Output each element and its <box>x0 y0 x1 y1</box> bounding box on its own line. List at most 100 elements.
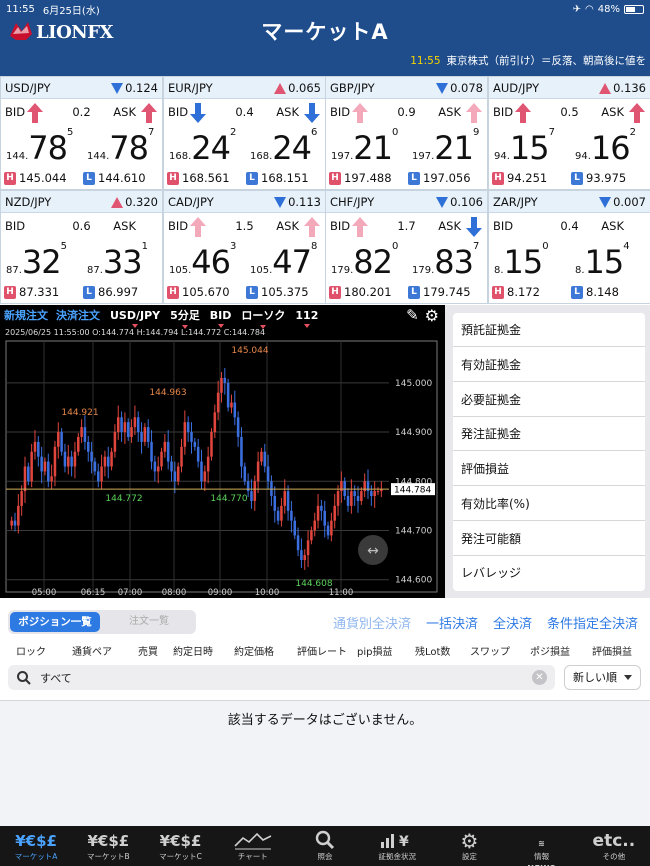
high-value: 145.044 <box>19 171 67 185</box>
chart-icon <box>234 832 272 850</box>
x-tick-label: 06:15 <box>81 588 106 598</box>
candle-body <box>226 382 230 408</box>
bid-price-button[interactable]: 179.820 <box>331 241 398 281</box>
search-input[interactable]: すべて ✕ <box>8 665 555 690</box>
high-icon: H <box>167 285 179 299</box>
column-header[interactable]: 残Lot数 <box>415 643 450 658</box>
column-header[interactable]: pip損益 <box>357 643 392 658</box>
status-bar: 11:55 6月25日(水) ✈ ◠ 48% <box>6 2 644 17</box>
pencil-icon[interactable]: ✎ <box>406 306 419 324</box>
bid-price-button[interactable]: 144.785 <box>6 127 73 167</box>
candle-body <box>37 441 40 457</box>
tab-8[interactable]: ≋NEWS情報 <box>506 826 578 866</box>
bid-arrow-icon <box>515 103 531 123</box>
ask-price-main: 16 <box>590 129 631 167</box>
bid-arrow-icon <box>190 103 206 123</box>
new-order-button[interactable]: 新規注文 <box>4 307 48 323</box>
ask-label: ASK <box>601 219 624 233</box>
high-value: 87.331 <box>19 285 60 299</box>
chart-count-select[interactable]: 112 <box>295 309 318 328</box>
chart-side-select[interactable]: BID <box>210 309 231 328</box>
column-header[interactable]: 評価損益 <box>592 643 632 658</box>
quote-tile[interactable]: USD/JPY 0.124 BID 0.2 ASK 144.785 144.78… <box>1 77 162 189</box>
clear-icon[interactable]: ✕ <box>532 670 547 685</box>
bid-price-button[interactable]: 168.242 <box>169 127 236 167</box>
candle-body <box>40 456 43 472</box>
currency-icon: ¥€$£ <box>87 832 130 850</box>
news-ticker[interactable]: 11:55 東京株式（前引け）＝反落、朝高後に値を <box>410 53 646 68</box>
quote-tile[interactable]: AUD/JPY 0.136 BID 0.5 ASK 94.157 94.162 … <box>489 77 650 189</box>
tab-9[interactable]: etc.. その他 <box>578 826 650 866</box>
chart-period-select[interactable]: 5分足 <box>170 307 200 329</box>
sort-select[interactable]: 新しい順 <box>564 665 641 690</box>
conditional-settle-button[interactable]: 条件指定全決済 <box>547 613 638 632</box>
ask-price-button[interactable]: 87.331 <box>87 241 148 281</box>
tab-3[interactable]: ¥€$£ マーケットC <box>144 826 216 866</box>
column-header[interactable]: 評価レート <box>297 643 347 658</box>
quote-tile[interactable]: CAD/JPY 0.113 BID 1.5 ASK 105.463 105.47… <box>164 191 325 303</box>
candle-body <box>210 432 213 457</box>
ask-price-button[interactable]: 8.154 <box>575 241 630 281</box>
column-header[interactable]: ポジ損益 <box>530 643 570 658</box>
ask-price-fraction: 8 <box>310 241 318 252</box>
tab-6[interactable]: ¥ 証拠金状況 <box>361 826 433 866</box>
ask-price-prefix: 8. <box>575 265 585 276</box>
high-icon: H <box>4 285 16 299</box>
tab-1[interactable]: ¥€$£ マーケットA <box>0 826 72 866</box>
battery-percent: 48% <box>597 3 620 15</box>
tab-7[interactable]: ⚙ 設定 <box>433 826 505 866</box>
chart-canvas[interactable]: 145.000144.900144.800144.700144.60005:00… <box>0 305 445 598</box>
column-header[interactable]: 通貨ペア <box>72 643 112 658</box>
bulk-settle-button[interactable]: 一括決済 <box>426 613 478 632</box>
tab-label: 情報 <box>534 852 550 861</box>
high-icon: H <box>329 285 341 299</box>
ask-arrow-icon <box>629 103 645 123</box>
quote-tile[interactable]: CHF/JPY 0.106 BID 1.7 ASK 179.820 179.83… <box>326 191 487 303</box>
currency-icon: ¥€$£ <box>159 832 202 850</box>
high-annotation: 145.044 <box>231 346 268 356</box>
bid-price-main: 78 <box>28 129 68 167</box>
column-header[interactable]: 約定価格 <box>234 643 274 658</box>
chart-pair-select[interactable]: USD/JPY <box>110 309 160 328</box>
ask-price-button[interactable]: 168.246 <box>250 127 317 167</box>
candle-body <box>86 441 90 452</box>
tab-positions[interactable]: ポジション一覧 <box>10 612 100 632</box>
bid-price-button[interactable]: 94.157 <box>494 127 555 167</box>
quote-tile[interactable]: GBP/JPY 0.078 BID 0.9 ASK 197.210 197.21… <box>326 77 487 189</box>
change-value: 0.106 <box>450 195 483 209</box>
tab-4[interactable]: チャート <box>217 826 289 866</box>
tab-5[interactable]: 照会 <box>289 826 361 866</box>
x-tick-label: 05:00 <box>32 588 57 598</box>
bid-price-button[interactable]: 8.150 <box>494 241 549 281</box>
column-header[interactable]: 約定日時 <box>173 643 213 658</box>
ask-price-button[interactable]: 144.787 <box>87 127 154 167</box>
ask-price-button[interactable]: 105.478 <box>250 241 318 281</box>
quote-tile[interactable]: ZAR/JPY 0.007 BID 0.4 ASK 8.150 8.154 H8… <box>489 191 650 303</box>
bid-price-button[interactable]: 197.210 <box>331 127 398 167</box>
ask-price-prefix: 144. <box>87 151 110 162</box>
candle-body <box>10 520 13 526</box>
tab-orders[interactable]: 注文一覧 <box>104 612 194 632</box>
ask-price-button[interactable]: 94.162 <box>575 127 636 167</box>
chart-style-select[interactable]: ローソク <box>241 307 285 329</box>
column-header[interactable]: 売買 <box>138 643 158 658</box>
quote-tile[interactable]: NZD/JPY 0.320 BID 0.6 ASK 87.325 87.331 … <box>1 191 162 303</box>
column-header[interactable]: スワップ <box>470 643 510 658</box>
price-chart[interactable]: 145.000 144.900 144.800 144.700 144.600 05:00… <box>0 305 445 598</box>
gear-icon[interactable]: ⚙ <box>425 306 439 325</box>
quote-tile[interactable]: EUR/JPY 0.065 BID 0.4 ASK 168.242 168.24… <box>164 77 325 189</box>
currency-settle-button[interactable]: 通貨別全決済 <box>333 613 411 632</box>
bid-price-button[interactable]: 105.463 <box>169 241 236 281</box>
column-header[interactable]: ロック <box>16 643 46 658</box>
bid-price-main: 82 <box>353 243 393 281</box>
settle-order-button[interactable]: 決済注文 <box>56 307 100 323</box>
tab-2[interactable]: ¥€$£ マーケットB <box>72 826 144 866</box>
currency-pair: AUD/JPY <box>493 81 540 95</box>
ask-price-button[interactable]: 197.219 <box>412 127 479 167</box>
bid-price-button[interactable]: 87.325 <box>6 241 67 281</box>
ask-label: ASK <box>276 105 299 119</box>
low-value-row: L 179.745 <box>408 285 471 299</box>
ask-price-button[interactable]: 179.837 <box>412 241 479 281</box>
all-settle-button[interactable]: 全決済 <box>493 613 532 632</box>
high-value-row: H 180.201 <box>329 285 392 299</box>
